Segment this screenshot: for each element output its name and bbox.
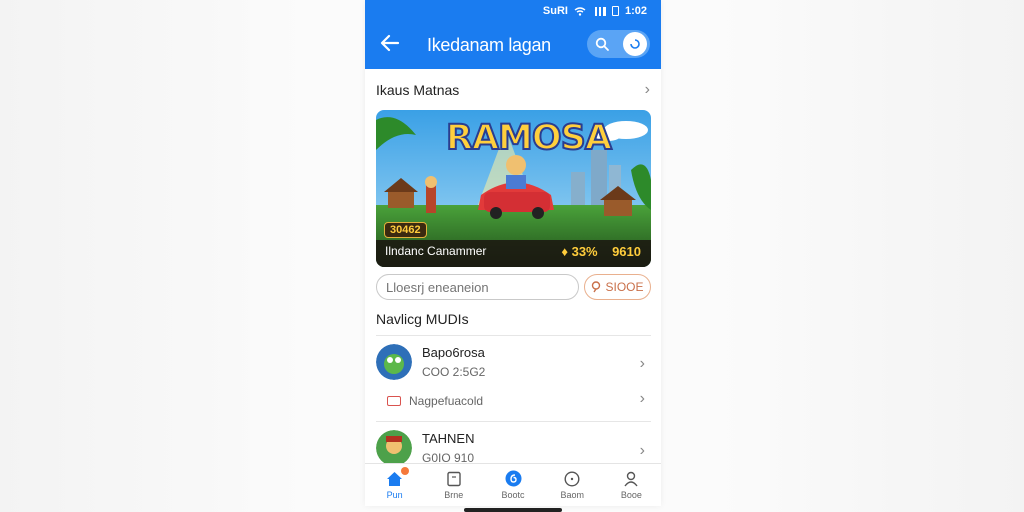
list-item[interactable]: Bapo6rosa COO 2:5G2 › xyxy=(376,343,651,381)
sub-link[interactable]: Nagpefuacold › xyxy=(387,390,651,410)
battery-icon xyxy=(611,6,619,16)
app-bar: SuRI 1:02 Ikedanam lagan xyxy=(365,0,661,69)
phone-screen: SuRI 1:02 Ikedanam lagan Ikaus Matnas › xyxy=(365,0,661,506)
home-indicator xyxy=(464,508,562,512)
divider xyxy=(376,421,651,422)
nav-item-label: Pun xyxy=(386,490,403,500)
avatar xyxy=(376,344,412,380)
status-bar: SuRI 1:02 xyxy=(543,5,647,17)
wifi-icon xyxy=(574,6,586,16)
page-title: Ikedanam lagan xyxy=(427,35,551,55)
search-input[interactable] xyxy=(386,279,569,295)
carrier-label: SuRI xyxy=(542,5,568,17)
list-title: Navlicg MUDIs xyxy=(376,311,469,327)
profile-icon xyxy=(622,470,640,487)
list-item[interactable]: TAHNEN G0IO 910 › xyxy=(376,430,651,466)
banner-stats: ♦ 33% 9610 xyxy=(561,244,641,259)
stats-percent: 33% xyxy=(571,244,598,259)
header-actions xyxy=(587,30,650,58)
section-title: Ikaus Matnas xyxy=(376,82,460,98)
chevron-right-icon: › xyxy=(644,81,650,98)
search-icon[interactable] xyxy=(595,37,610,52)
mail-icon xyxy=(387,396,401,406)
search-field[interactable] xyxy=(376,274,579,300)
nav-item-games[interactable]: Bootc xyxy=(483,464,542,506)
score-badge: 30462 xyxy=(384,222,427,238)
nav-item-label: Bootc xyxy=(501,490,525,500)
nav-item-home[interactable]: Pun xyxy=(365,464,424,506)
item-name: Bapo6rosa xyxy=(422,345,485,360)
item-subtitle: COO 2:5G2 xyxy=(422,365,486,379)
clock-icon xyxy=(563,470,581,487)
chevron-right-icon: › xyxy=(639,390,645,407)
book-icon xyxy=(445,470,463,487)
avatar xyxy=(376,430,412,466)
nav-item-label: Brne xyxy=(444,490,464,500)
nav-item-profile[interactable]: Booe xyxy=(602,464,661,506)
action-button-label: SIOOE xyxy=(605,280,644,294)
section-header[interactable]: Ikaus Matnas › xyxy=(376,80,650,100)
refresh-icon xyxy=(630,39,640,49)
back-arrow-icon[interactable] xyxy=(379,32,401,54)
pin-icon xyxy=(592,281,601,293)
battery-label: 1:02 xyxy=(624,5,647,17)
screen-background: SuRI 1:02 Ikedanam lagan Ikaus Matnas › xyxy=(0,0,1024,512)
bottom-navigation: Pun Brne Bootc Baom Booe xyxy=(365,463,661,506)
nav-item-label: Baom xyxy=(560,490,584,500)
notification-badge xyxy=(401,467,409,475)
game-logo: RAMOSA xyxy=(445,117,613,159)
action-button[interactable]: SIOOE xyxy=(584,274,651,300)
banner-caption: Ilndanc Canammer xyxy=(385,244,487,258)
game-icon xyxy=(504,470,522,487)
signal-icon xyxy=(591,6,606,16)
trophy-icon: ♦ xyxy=(561,244,568,259)
nav-item-history[interactable]: Baom xyxy=(543,464,602,506)
nav-item-label: Booe xyxy=(620,490,642,500)
item-name: TAHNEN xyxy=(422,431,475,446)
divider xyxy=(376,335,651,336)
stats-count: 9610 xyxy=(612,244,641,259)
sub-link-label: Nagpefuacold xyxy=(409,394,484,408)
refresh-button[interactable] xyxy=(623,32,647,56)
chevron-right-icon: › xyxy=(639,355,645,372)
chevron-right-icon: › xyxy=(639,442,645,459)
featured-banner[interactable]: RAMOSA 30462 Ilndanc Canammer ♦ 33% 9610 xyxy=(376,110,651,267)
nav-item-library[interactable]: Brne xyxy=(424,464,483,506)
